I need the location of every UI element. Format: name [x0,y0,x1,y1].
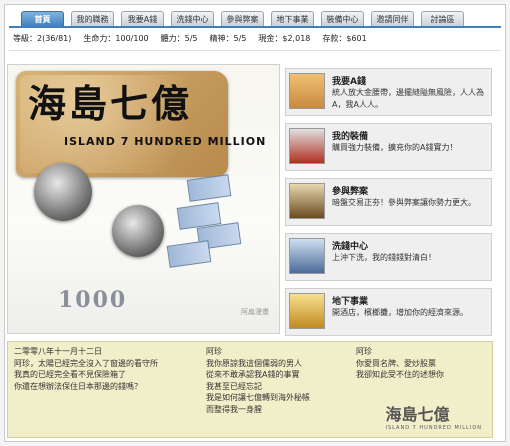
scandal-avatar-icon [289,183,325,219]
tab-underline [9,26,501,28]
stat-deposit: 存款：$601 [322,34,367,43]
card-description: 暗盤交易正夯！參與弊案讓你勢力更大。 [332,198,476,207]
menu-card-equipment[interactable]: 我的裝備 購買強力裝備，擴充你的A錢實力！ [285,123,492,171]
card-title[interactable]: 地下事業 [332,294,368,307]
feature-menu: 我要A錢 統人放大金腰帶，邊擺縫隘無風險，人人為A，我A人人。 我的裝備 購買強… [285,68,492,343]
stat-life: 生命力：100/100 [83,34,149,43]
tab-bar: 首頁 我的職務 我要A錢 洗錢中心 參與弊案 地下事業 裝備中心 邀請同伴 討論… [21,11,471,27]
game-logo-chinese: 海島七億 [28,81,193,126]
menu-card-underground[interactable]: 地下事業 開酒店，檳榔攤，增加你的經濟來源。 [285,288,492,336]
card-title[interactable]: 參與弊案 [332,184,368,197]
stat-stamina: 體力：5/5 [160,34,198,43]
banknote-icon [166,240,212,268]
tab-forum[interactable]: 討論區 [421,11,464,27]
tab-underground[interactable]: 地下事業 [271,11,314,27]
card-description: 購買強力裝備，擴充你的A錢實力！ [332,143,458,152]
tab-grab-money[interactable]: 我要A錢 [121,11,164,27]
card-description: 上沖下洗，我的錢錢對清白！ [332,253,436,262]
card-title[interactable]: 我的裝備 [332,129,368,142]
card-title[interactable]: 我要A錢 [332,74,366,87]
divider [9,50,501,51]
hero-banner: 海島七億 ISLAND 7 HUNDRED MILLION 1000 阿扁漫畫 [7,64,280,334]
tab-equipment[interactable]: 裝備中心 [321,11,364,27]
tab-my-job[interactable]: 我的職務 [71,11,114,27]
banknote-icon [186,174,232,202]
tab-scandal[interactable]: 參與弊案 [221,11,264,27]
stat-cash: 現金：$2,018 [258,34,311,43]
underground-avatar-icon [289,293,325,329]
tab-laundering[interactable]: 洗錢中心 [171,11,214,27]
menu-card-grab-money[interactable]: 我要A錢 統人放大金腰帶，邊擺縫隘無風險，人人為A，我A人人。 [285,68,492,116]
story-column-2: 阿珍 我你原諒我這個儒弱的男人 從來不敢承認我A錢的事實 我甚至已經忘記 我是如何讓七億… [206,347,310,414]
character-portrait-2 [112,205,164,257]
story-column-1: 二零零八年十一月十二日 阿珍，太陽已經完全沒入了窗邊的看守所 我真的已經完全看不見保… [14,347,158,391]
card-title[interactable]: 洗錢中心 [332,239,368,252]
game-logo-stamp: 海島七億 ISLAND 7 HUNDRED MILLION [385,405,482,431]
stat-spirit: 精神：5/5 [209,34,247,43]
tab-invite[interactable]: 邀請同伴 [371,11,414,27]
card-description: 統人放大金腰帶，邊擺縫隘無風險，人人為A，我A人人。 [332,88,484,109]
tab-home[interactable]: 首頁 [21,11,64,27]
menu-card-scandal[interactable]: 參與弊案 暗盤交易正夯！參與弊案讓你勢力更大。 [285,178,492,226]
player-stats: 等級：2(36/81) 生命力：100/100 體力：5/5 精神：5/5 現金… [13,33,367,44]
artist-signature: 阿扁漫畫 [241,308,269,316]
stat-level: 等級：2(36/81) [13,34,72,43]
laundering-avatar-icon [289,238,325,274]
card-description: 開酒店，檳榔攤，增加你的經濟來源。 [332,308,468,317]
banner-number: 1000 [58,287,128,313]
grab-money-avatar-icon [289,73,325,109]
game-logo-english: ISLAND 7 HUNDRED MILLION [64,135,267,148]
story-panel: 二零零八年十一月十二日 阿珍，太陽已經完全沒入了窗邊的看守所 我真的已經完全看不見保… [7,341,493,438]
menu-card-laundering[interactable]: 洗錢中心 上沖下洗，我的錢錢對清白！ [285,233,492,281]
character-portrait-1 [34,163,92,221]
story-column-3: 阿珍 你愛買名牌、愛炒股票 我卻知此受不住的述想你 [356,347,444,379]
equipment-avatar-icon [289,128,325,164]
